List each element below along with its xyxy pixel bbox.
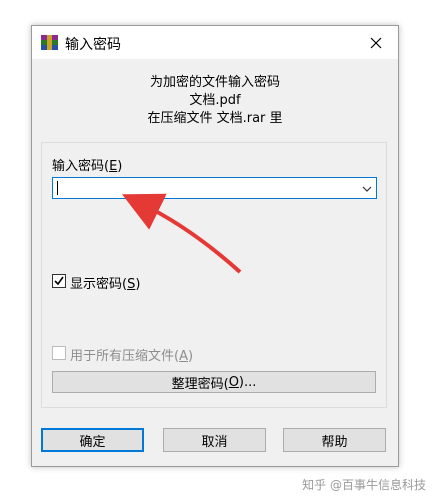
password-dialog: 输入密码 为加密的文件输入密码 文档.pdf 在压缩文件 文档.rar 里 输入… <box>31 25 399 467</box>
use-for-all-label: 用于所有压缩文件(A) <box>70 349 194 364</box>
text-caret <box>57 181 58 195</box>
winrar-icon <box>41 35 58 50</box>
password-input[interactable] <box>52 177 377 199</box>
message-line-2: 文档.pdf <box>189 93 241 108</box>
close-icon <box>370 37 382 48</box>
checkmark-icon <box>54 276 64 286</box>
cancel-button[interactable]: 取消 <box>163 428 266 452</box>
password-group: 输入密码(E) 显示密码(S) 用于所有压缩文件(A) 整理密码(O)... <box>41 142 387 408</box>
use-for-all-checkbox[interactable] <box>52 346 66 360</box>
show-password-label[interactable]: 显示密码(S) <box>70 273 140 292</box>
message-line-1: 为加密的文件输入密码 <box>149 75 280 90</box>
dialog-title: 输入密码 <box>65 37 121 53</box>
message-line-3: 在压缩文件 文档.rar 里 <box>147 111 283 126</box>
show-password-checkbox[interactable] <box>52 274 66 288</box>
title-bar[interactable]: 输入密码 <box>32 26 398 59</box>
password-label: 输入密码(E) <box>52 159 123 174</box>
watermark: 知乎 @百事牛信息科技 <box>302 478 426 492</box>
ok-button[interactable]: 确定 <box>41 428 144 452</box>
close-button[interactable] <box>354 26 398 59</box>
chevron-down-icon[interactable] <box>362 183 372 193</box>
help-button[interactable]: 帮助 <box>283 428 386 452</box>
organize-passwords-button[interactable]: 整理密码(O)... <box>52 371 376 393</box>
